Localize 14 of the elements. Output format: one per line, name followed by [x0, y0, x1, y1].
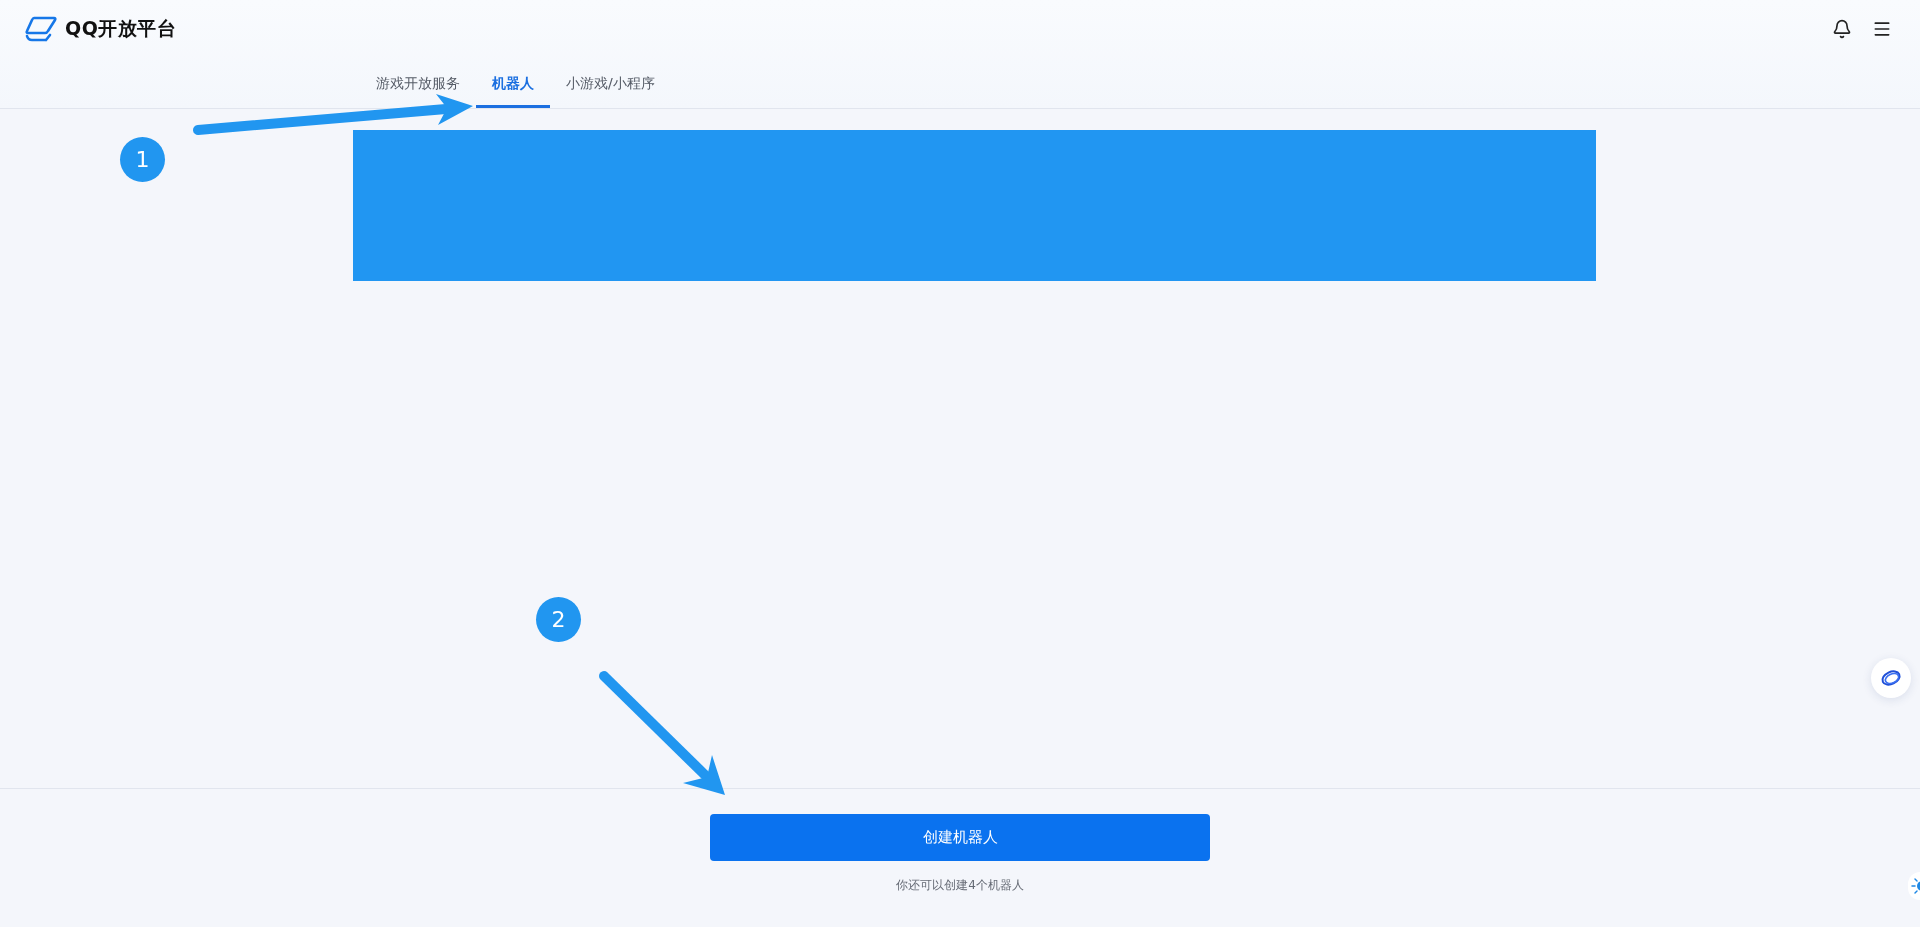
nav-tab[interactable]: 游戏开放服务 [360, 74, 476, 92]
step-badge: 1 [120, 137, 165, 182]
nav-tab[interactable]: 机器人 [476, 74, 550, 108]
menu-icon[interactable] [1872, 19, 1892, 39]
floating-button[interactable] [1871, 658, 1911, 698]
sun-icon[interactable] [1908, 872, 1920, 900]
bell-icon[interactable] [1832, 19, 1852, 39]
logo-text[interactable]: QQ开放平台 [65, 16, 177, 42]
step-badge: 2 [536, 597, 581, 642]
create-robot-button[interactable]: 创建机器人 [710, 814, 1210, 861]
nav-tab[interactable]: 小游戏/小程序 [550, 74, 671, 92]
logo-icon [24, 16, 58, 42]
ring-icon [1880, 669, 1902, 687]
remaining-count-note: 你还可以创建4个机器人 [896, 877, 1024, 894]
